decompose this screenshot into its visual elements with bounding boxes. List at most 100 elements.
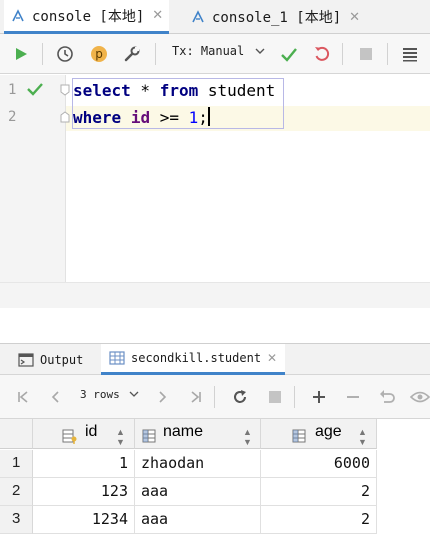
- code-line-2: where id >= 1;: [73, 105, 210, 130]
- table-cell-name[interactable]: aaa: [135, 506, 261, 534]
- column-header-name[interactable]: name ▲ ▼: [135, 419, 261, 449]
- table-cell-id[interactable]: 1234: [33, 506, 135, 534]
- commit-button[interactable]: [277, 42, 301, 66]
- first-page-button[interactable]: [11, 385, 35, 409]
- tab-console-1[interactable]: console_1 [本地] ✕: [184, 0, 366, 34]
- sort-icon[interactable]: ▲ ▼: [243, 427, 252, 447]
- results-toolbar: 3 rows: [0, 375, 430, 419]
- view-button[interactable]: [408, 385, 430, 409]
- sql-number: 1: [188, 108, 199, 127]
- close-icon[interactable]: ✕: [267, 351, 277, 365]
- toolbar-separator: [294, 386, 295, 408]
- database-console-icon: [190, 9, 206, 25]
- chevron-down-icon: [129, 391, 139, 397]
- row-number[interactable]: 3: [0, 506, 33, 534]
- tx-label: Tx: Manual: [172, 44, 245, 58]
- stop-button[interactable]: [354, 42, 378, 66]
- sql-text: *: [130, 81, 160, 100]
- table-cell-id[interactable]: 1: [33, 450, 135, 478]
- table-cell-age[interactable]: 2: [261, 478, 377, 506]
- refresh-icon: [234, 390, 246, 403]
- layout-button[interactable]: [398, 42, 422, 66]
- table-grid-icon: [109, 351, 125, 365]
- profile-button[interactable]: p: [87, 42, 111, 66]
- layout-icon: [403, 48, 417, 62]
- toolbar-separator: [214, 386, 215, 408]
- tab-output[interactable]: Output: [10, 344, 91, 375]
- output-console-icon: [18, 352, 34, 367]
- execution-success-check-icon: [27, 83, 43, 96]
- toolbar-separator: [155, 43, 156, 65]
- line-number: 1: [8, 82, 17, 98]
- toolbar-separator: [387, 43, 388, 65]
- row-number[interactable]: 1: [0, 450, 33, 478]
- editor-tab-bar: console [本地] ✕ console_1 [本地] ✕: [0, 0, 430, 34]
- tab-label: secondkill.student: [131, 351, 262, 365]
- column-label: id: [85, 423, 98, 440]
- settings-button[interactable]: [120, 42, 144, 66]
- toolbar-separator: [42, 43, 43, 65]
- profile-p-icon: p: [91, 46, 107, 62]
- close-icon[interactable]: ✕: [349, 10, 360, 25]
- svg-text:p: p: [95, 47, 103, 61]
- chevron-left-icon: [51, 391, 59, 403]
- previous-page-button[interactable]: [44, 385, 68, 409]
- settings-wrench-icon: [124, 46, 140, 62]
- sql-text: student: [198, 81, 276, 100]
- tab-label: Output: [40, 352, 84, 367]
- last-page-button[interactable]: [184, 385, 208, 409]
- refresh-button[interactable]: [228, 385, 252, 409]
- table-cell-name[interactable]: aaa: [135, 478, 261, 506]
- rollback-button[interactable]: [310, 42, 334, 66]
- table-cell-id[interactable]: 123: [33, 478, 135, 506]
- console-toolbar: p Tx: Manual: [0, 34, 430, 74]
- line-number: 2: [8, 109, 17, 125]
- tab-label: console [本地]: [32, 8, 145, 25]
- sort-icon[interactable]: ▲ ▼: [358, 427, 367, 447]
- next-page-button[interactable]: [150, 385, 174, 409]
- sql-keyword: from: [159, 81, 199, 100]
- rollback-icon: [315, 46, 330, 61]
- delete-row-button[interactable]: [341, 385, 365, 409]
- table-cell-age[interactable]: 6000: [261, 450, 377, 478]
- run-icon: [16, 48, 27, 60]
- chevron-right-icon: [159, 391, 167, 403]
- column-label: age: [315, 423, 342, 440]
- sql-keyword: where: [73, 108, 122, 127]
- row-count-label: 3 rows: [80, 388, 120, 401]
- row-count-select[interactable]: 3 rows: [80, 388, 139, 401]
- sql-text: ;: [198, 108, 208, 127]
- fold-marker-icon[interactable]: [60, 84, 70, 96]
- row-number-header: [0, 419, 33, 449]
- close-icon[interactable]: ✕: [152, 8, 163, 23]
- history-icon: [57, 46, 73, 62]
- sql-keyword: select: [73, 81, 131, 100]
- tab-secondkill-student[interactable]: secondkill.student ✕: [101, 344, 286, 375]
- stop-icon: [269, 391, 281, 403]
- column-label: name: [163, 423, 204, 440]
- column-icon: [142, 429, 156, 443]
- minus-icon: [347, 396, 359, 398]
- history-button[interactable]: [53, 42, 77, 66]
- run-button[interactable]: [9, 42, 33, 66]
- text-caret: [207, 107, 210, 126]
- table-cell-age[interactable]: 2: [261, 506, 377, 534]
- revert-button[interactable]: [375, 385, 399, 409]
- tab-console[interactable]: console [本地] ✕: [4, 0, 170, 34]
- table-cell-name[interactable]: zhaodan: [135, 450, 261, 478]
- row-number[interactable]: 2: [0, 478, 33, 506]
- sort-icon[interactable]: ▲ ▼: [116, 427, 125, 447]
- sql-identifier: id: [130, 108, 151, 127]
- column-header-id[interactable]: id ▲ ▼: [33, 419, 135, 449]
- primary-key-column-icon: [62, 429, 77, 444]
- eye-icon: [410, 391, 430, 403]
- stop-button[interactable]: [263, 385, 287, 409]
- add-row-button[interactable]: [307, 385, 331, 409]
- toolbar-separator: [342, 43, 343, 65]
- sql-operator: >=: [150, 108, 189, 127]
- column-header-age[interactable]: age ▲ ▼: [261, 419, 377, 449]
- sql-editor[interactable]: 1 2 select * from student where id >= 1;: [0, 75, 430, 308]
- fold-end-marker-icon[interactable]: [60, 111, 70, 123]
- transaction-mode-select[interactable]: Tx: Manual: [172, 44, 265, 58]
